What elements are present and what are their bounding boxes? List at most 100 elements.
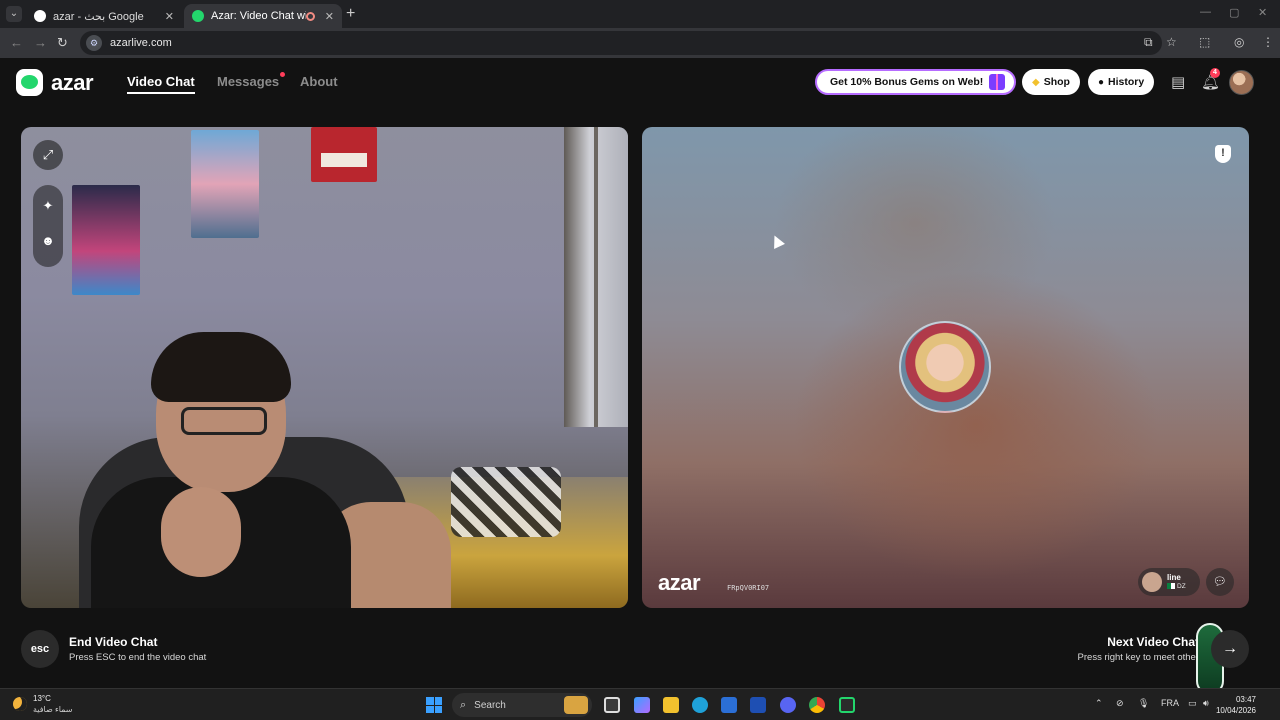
nav-video-chat[interactable]: Video Chat: [127, 74, 195, 94]
window-close-icon[interactable]: ✕: [1258, 6, 1267, 19]
room-pillow: [451, 467, 561, 537]
clock-icon: ●: [1098, 76, 1105, 88]
history-button[interactable]: ● History: [1088, 69, 1155, 95]
search-highlight-icon: [564, 696, 588, 714]
windows-start-icon[interactable]: [426, 697, 442, 713]
chrome-icon[interactable]: [809, 697, 825, 713]
tab-title: Azar: Video Chat with New: [211, 10, 306, 22]
user-avatar[interactable]: [1229, 70, 1254, 95]
bookmark-star-icon[interactable]: ☆: [1166, 35, 1177, 49]
maximize-icon[interactable]: ▢: [1229, 6, 1239, 19]
copilot-icon[interactable]: [634, 697, 650, 713]
azar-app: azar Video Chat Messages About Get 10% B…: [0, 58, 1280, 695]
next-chat-title[interactable]: Next Video Chat: [1107, 635, 1199, 649]
tray-overflow-icon[interactable]: ⌃: [1095, 698, 1103, 709]
messages-unread-dot: [280, 72, 285, 77]
cast-icon[interactable]: ⧉: [1144, 35, 1153, 50]
azar-watermark: azar: [658, 570, 701, 595]
fullscreen-toggle-icon[interactable]: ⤢: [33, 140, 63, 170]
extensions-icon[interactable]: ⬚: [1199, 35, 1210, 49]
tab-title: azar - بحث Google: [53, 10, 144, 23]
language-indicator[interactable]: FRA: [1161, 698, 1179, 708]
discord-icon[interactable]: [780, 697, 796, 713]
file-explorer-icon[interactable]: [663, 697, 679, 713]
taskbar-search[interactable]: ⌕ Search: [452, 693, 592, 717]
close-tab-icon[interactable]: ✕: [325, 10, 334, 23]
clock-date: 10/04/2026: [1215, 706, 1256, 715]
gift-icon: [989, 74, 1005, 90]
notification-badge: 4: [1210, 68, 1220, 78]
end-chat-esc-button[interactable]: esc: [21, 630, 59, 668]
logo-text: azar: [51, 69, 94, 95]
task-view-icon[interactable]: [604, 697, 620, 713]
reload-icon[interactable]: ↻: [57, 35, 68, 51]
person-hand: [161, 487, 241, 577]
weather-temp: 13°C: [33, 694, 51, 703]
url-input[interactable]: ⚙ azarlive.com: [80, 31, 1162, 55]
browser-tab-azar[interactable]: Azar: Video Chat with New ✕: [184, 4, 342, 28]
wall-poster: [72, 185, 140, 295]
store-icon[interactable]: [721, 697, 737, 713]
azar-app-icon[interactable]: [839, 697, 855, 713]
magic-wand-icon[interactable]: ✦: [33, 191, 63, 221]
person-glasses: [181, 407, 267, 435]
close-tab-icon[interactable]: ✕: [165, 10, 174, 23]
self-video-panel: ⤢ ✦ ☻: [21, 127, 628, 608]
site-info-icon[interactable]: ⚙: [86, 35, 102, 51]
azar-logo[interactable]: azar: [16, 69, 94, 96]
network-icon[interactable]: ⊘: [1116, 698, 1124, 709]
windows-taskbar: 13°C سماء صافية ⌕ Search ⌃ ⊘ 🎙︎ FRA ▭ 🔊︎…: [0, 688, 1280, 720]
peer-name: line: [1167, 573, 1181, 582]
next-arrow-icon[interactable]: →: [1211, 630, 1249, 668]
chat-bubble-icon[interactable]: 💬︎: [1206, 568, 1234, 596]
gem-icon: ◆: [1032, 76, 1040, 88]
volume-icon[interactable]: 🔊︎: [1203, 698, 1209, 709]
room-window: [564, 127, 628, 427]
forward-icon[interactable]: →: [34, 35, 47, 50]
nav-about[interactable]: About: [300, 74, 338, 89]
back-icon[interactable]: ←: [10, 35, 23, 50]
browser-tab-bar: ⌄ azar - بحث Google ✕ Azar: Video Chat w…: [0, 0, 1280, 28]
nav-messages[interactable]: Messages: [217, 74, 279, 89]
moon-weather-icon[interactable]: [13, 697, 27, 711]
weather-desc: سماء صافية: [33, 705, 73, 714]
shop-button[interactable]: ◆ Shop: [1022, 69, 1080, 95]
profile-icon[interactable]: ◎: [1234, 35, 1244, 49]
url-text: azarlive.com: [110, 37, 172, 49]
report-shield-icon[interactable]: !: [1215, 145, 1231, 163]
watermark-id: FRpQV0RI07: [727, 584, 770, 592]
next-chat-hint: Press right key to meet other: [1077, 652, 1199, 663]
face-filter-icon[interactable]: ☻: [33, 226, 63, 256]
archive-icon[interactable]: ▤: [1171, 73, 1185, 91]
bonus-gems-button[interactable]: Get 10% Bonus Gems on Web!: [815, 69, 1016, 95]
wall-poster: [191, 130, 259, 238]
algeria-flag-icon: [1167, 583, 1175, 590]
outlook-icon[interactable]: [750, 697, 766, 713]
new-tab-button[interactable]: +: [346, 5, 355, 23]
search-placeholder: Search: [474, 699, 506, 711]
microphone-icon[interactable]: 🎙︎: [1138, 698, 1149, 709]
google-icon: [34, 10, 46, 22]
recording-icon: [305, 11, 315, 21]
minimize-icon[interactable]: —: [1200, 6, 1211, 18]
tab-search-menu-icon[interactable]: ⌄: [6, 6, 22, 22]
browser-tab-google[interactable]: azar - بحث Google ✕: [26, 4, 182, 28]
shop-label: Shop: [1043, 76, 1070, 88]
effects-toolbar: ✦ ☻: [33, 185, 63, 267]
end-chat-title[interactable]: End Video Chat: [69, 635, 157, 649]
history-label: History: [1108, 76, 1145, 88]
peer-country: DZ: [1177, 583, 1186, 590]
taskbar-clock[interactable]: 03:47 10/04/2026: [1216, 694, 1256, 716]
search-icon: ⌕: [460, 698, 467, 711]
azar-logo-icon: [16, 69, 43, 96]
promo-label: Get 10% Bonus Gems on Web!: [830, 76, 984, 88]
edge-icon[interactable]: [692, 697, 708, 713]
peer-profile-chip[interactable]: line DZ: [1138, 568, 1200, 596]
end-chat-hint: Press ESC to end the video chat: [69, 652, 207, 663]
browser-menu-icon[interactable]: ⋮: [1262, 35, 1274, 49]
display-icon[interactable]: ▭: [1188, 698, 1197, 709]
person-hair: [151, 332, 291, 402]
peer-video-panel: ! azar FRpQV0RI07 line DZ 💬︎: [642, 127, 1249, 608]
clock-time: 03:47: [1235, 695, 1256, 704]
peer-avatar: [899, 321, 991, 413]
